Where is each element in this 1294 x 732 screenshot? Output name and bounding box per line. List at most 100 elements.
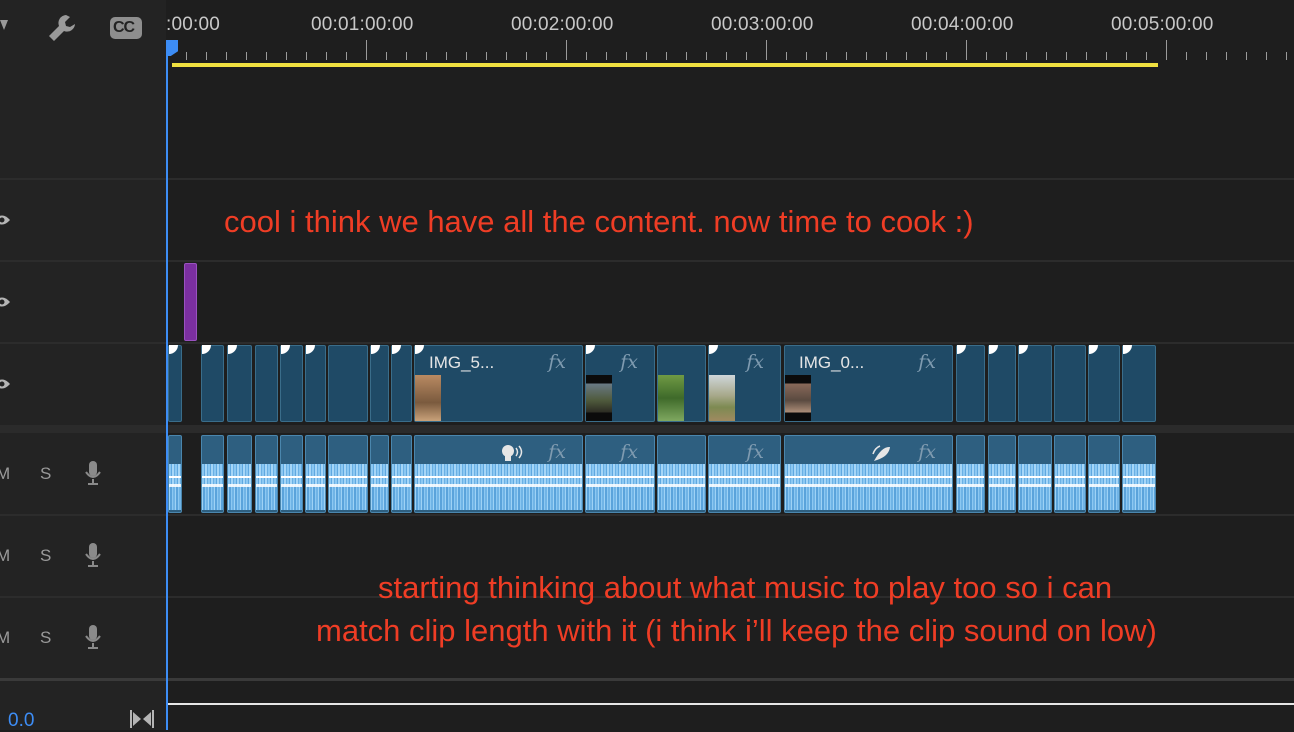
fx-badge[interactable]: fx	[548, 441, 566, 463]
eye-icon[interactable]	[0, 214, 10, 226]
mic-icon[interactable]	[84, 624, 102, 650]
ruler-tick	[586, 52, 587, 60]
ruler-tick	[826, 52, 827, 60]
audio-clip[interactable]	[227, 435, 252, 513]
ruler-tick	[606, 52, 607, 60]
fx-badge[interactable]: fx	[548, 351, 566, 373]
ruler-tick	[1226, 52, 1227, 60]
video-clip[interactable]: IMG_5... fx	[414, 345, 583, 422]
ruler-tick	[926, 52, 927, 60]
eye-icon[interactable]	[0, 378, 10, 390]
video-clip[interactable]	[1054, 345, 1086, 422]
audio-clip[interactable]	[201, 435, 224, 513]
video-clip[interactable]	[227, 345, 252, 422]
video-clip[interactable]	[168, 345, 182, 422]
ruler-tick	[506, 52, 507, 60]
audio-clip[interactable]	[255, 435, 278, 513]
ruler-tick	[786, 52, 787, 60]
solo-button[interactable]: S	[40, 546, 51, 566]
track-headers: M S M S M S 0.0	[0, 66, 167, 732]
ruler-tick	[206, 52, 207, 60]
audio-clip[interactable]	[168, 435, 182, 513]
eye-icon[interactable]	[0, 296, 10, 308]
ruler-tick	[806, 52, 807, 60]
video-clip[interactable]	[391, 345, 412, 422]
track-divider	[0, 678, 1294, 681]
ruler-tick	[686, 52, 687, 60]
audio-clip[interactable]: fx	[784, 435, 953, 513]
master-volume-value[interactable]: 0.0	[8, 710, 34, 732]
clip-thumbnail	[785, 375, 811, 421]
track-divider	[0, 342, 1294, 344]
video-clip[interactable]: fx	[585, 345, 655, 422]
audio-clip[interactable]	[1054, 435, 1086, 513]
video-clip[interactable]: fx	[708, 345, 781, 422]
track-divider	[0, 260, 1294, 262]
fx-badge[interactable]: fx	[746, 441, 764, 463]
solo-button[interactable]: S	[40, 464, 51, 484]
clip-thumbnail	[709, 375, 735, 421]
work-area-bar[interactable]	[172, 63, 1158, 67]
ruler-tick	[1046, 52, 1047, 60]
clip-name: IMG_0...	[799, 353, 865, 372]
audio-clip[interactable]: fx	[585, 435, 655, 513]
ruler-tick	[466, 52, 467, 60]
video-clip[interactable]	[255, 345, 278, 422]
video-clip[interactable]	[370, 345, 389, 422]
playhead-line[interactable]	[166, 56, 168, 730]
wrench-icon[interactable]	[46, 12, 78, 44]
ruler-tick	[226, 52, 227, 60]
audio-clip[interactable]	[657, 435, 706, 513]
ruler-tick	[1266, 52, 1267, 60]
video-clip[interactable]	[1122, 345, 1156, 422]
mute-button[interactable]: M	[0, 464, 10, 484]
solo-button[interactable]: S	[40, 628, 51, 648]
fx-badge[interactable]: fx	[746, 351, 764, 373]
mute-button[interactable]: M	[0, 628, 10, 648]
audio-clip[interactable]	[305, 435, 326, 513]
ruler-tick	[306, 52, 307, 60]
mic-icon[interactable]	[84, 460, 102, 486]
video-clip[interactable]	[280, 345, 303, 422]
video-audio-divider[interactable]	[0, 425, 1294, 433]
video-clip[interactable]	[1018, 345, 1052, 422]
audio-clip[interactable]: fx	[708, 435, 781, 513]
fx-badge[interactable]: fx	[918, 351, 936, 373]
audio-clip[interactable]	[1018, 435, 1052, 513]
audio-clip[interactable]	[1122, 435, 1156, 513]
fx-badge[interactable]: fx	[918, 441, 936, 463]
fit-zoom-icon[interactable]	[130, 710, 154, 728]
audio-clip[interactable]	[370, 435, 389, 513]
ruler-tick	[1026, 52, 1027, 60]
video-clip[interactable]	[201, 345, 224, 422]
adjustment-layer-clip[interactable]	[184, 263, 197, 341]
ruler-tick	[406, 52, 407, 60]
video-clip[interactable]: IMG_0... fx	[784, 345, 953, 422]
ruler-tick	[326, 52, 327, 60]
ruler-tick	[1246, 52, 1247, 60]
ruler-tick	[1086, 52, 1087, 60]
cc-icon[interactable]: CC	[110, 17, 142, 39]
audio-clip[interactable]	[280, 435, 303, 513]
video-clip[interactable]	[988, 345, 1016, 422]
audio-clip[interactable]: fx	[414, 435, 583, 513]
ruler-tick	[1066, 52, 1067, 60]
video-clip[interactable]	[1088, 345, 1120, 422]
ruler-tick	[526, 52, 527, 60]
audio-clip[interactable]	[328, 435, 368, 513]
audio-clip[interactable]	[988, 435, 1016, 513]
video-clip[interactable]	[328, 345, 368, 422]
fx-badge[interactable]: fx	[620, 441, 638, 463]
marker-icon[interactable]	[0, 18, 8, 34]
fx-badge[interactable]: fx	[620, 351, 638, 373]
audio-clip[interactable]	[391, 435, 412, 513]
video-clip[interactable]	[956, 345, 985, 422]
mute-button[interactable]: M	[0, 546, 10, 566]
video-clip[interactable]	[657, 345, 706, 422]
mic-icon[interactable]	[84, 542, 102, 568]
audio-clip[interactable]	[956, 435, 985, 513]
video-clip[interactable]	[305, 345, 326, 422]
ruler-tick	[866, 52, 867, 60]
ruler-tick	[346, 52, 347, 60]
audio-clip[interactable]	[1088, 435, 1120, 513]
